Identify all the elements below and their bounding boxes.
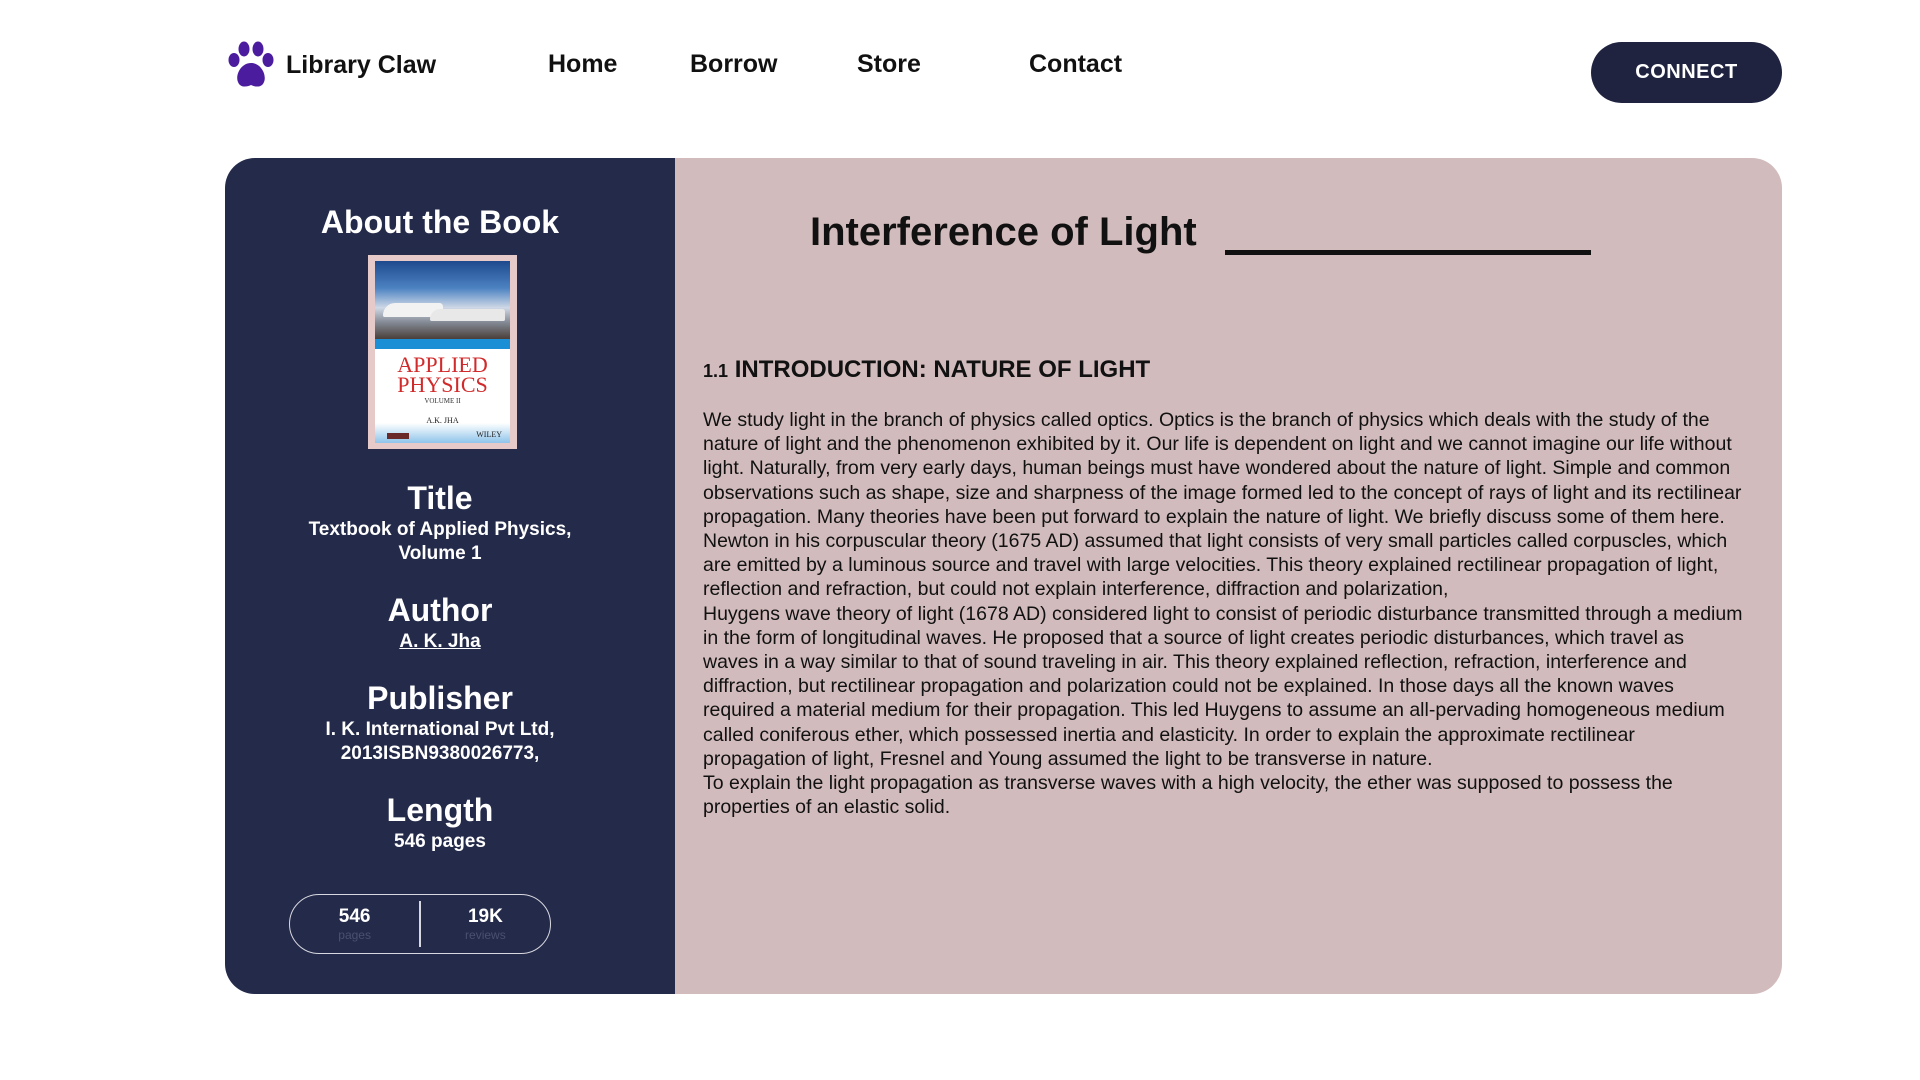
- book-details-panel: About the Book APPLIED PHYSICS VOLUME II…: [225, 158, 675, 994]
- book-stats: 546 pages 19K reviews: [289, 894, 551, 954]
- nav-contact[interactable]: Contact: [1029, 50, 1122, 79]
- stat-pages-caption: pages: [338, 928, 371, 942]
- paragraph: We study light in the branch of physics …: [703, 409, 1742, 528]
- paragraph: Newton in his corpuscular theory (1675 A…: [703, 530, 1728, 601]
- title-label: Title: [407, 480, 473, 516]
- section-title: INTRODUCTION: NATURE OF LIGHT: [734, 356, 1151, 383]
- stat-pages: 546 pages: [290, 895, 419, 953]
- nav-borrow[interactable]: Borrow: [690, 50, 778, 79]
- connect-button[interactable]: CONNECT: [1591, 42, 1782, 103]
- cover-band: [375, 339, 510, 349]
- stat-reviews-value: 19K: [467, 906, 503, 927]
- publisher-line-2: 2013ISBN9380026773,: [340, 743, 540, 764]
- cover-train: [430, 309, 505, 321]
- author-label: Author: [387, 592, 493, 628]
- title-value: Textbook of Applied Physics, Volume 1: [308, 519, 572, 564]
- cover-photo: [375, 261, 510, 339]
- paragraph: Huygens wave theory of light (1678 AD) c…: [703, 602, 1743, 770]
- site-header: Library Claw Home Borrow Store Contact C…: [0, 0, 1920, 130]
- stat-reviews-caption: reviews: [465, 928, 506, 942]
- publisher-line-1: I. K. International Pvt Ltd,: [325, 719, 555, 740]
- cover-publisher-mark: WILEY: [476, 430, 502, 439]
- brand[interactable]: Library Claw: [224, 38, 436, 92]
- chapter-title: Interference of Light: [810, 210, 1197, 254]
- stat-reviews[interactable]: 19K reviews: [421, 895, 550, 953]
- length-value: 546 pages: [394, 831, 486, 852]
- stat-pages-value: 546: [338, 906, 371, 927]
- title-underline: [1225, 250, 1591, 255]
- length-label: Length: [386, 792, 494, 828]
- brand-name: Library Claw: [286, 50, 437, 79]
- cover-title: APPLIED PHYSICS: [397, 352, 488, 397]
- about-heading: About the Book: [320, 204, 560, 240]
- author-link[interactable]: A. K. Jha: [225, 630, 655, 654]
- paw-icon: [228, 41, 274, 87]
- nav-home[interactable]: Home: [548, 50, 617, 79]
- cover-volume: VOLUME II: [424, 397, 461, 405]
- publisher-logo: [387, 433, 409, 439]
- book-card: About the Book APPLIED PHYSICS VOLUME II…: [225, 158, 1782, 994]
- paragraph: To explain the light propagation as tran…: [703, 772, 1673, 819]
- section-number: 1.1: [703, 361, 729, 381]
- book-content-panel: Interference of Light 1.1 INTRODUCTION: …: [675, 158, 1782, 994]
- section-heading: 1.1 INTRODUCTION: NATURE OF LIGHT: [703, 356, 1150, 384]
- article-body: We study light in the branch of physics …: [703, 408, 1743, 819]
- book-cover-image: APPLIED PHYSICS VOLUME II A.K. JHA WILEY: [375, 261, 510, 443]
- nav-store[interactable]: Store: [857, 50, 921, 79]
- publisher-label: Publisher: [367, 680, 513, 716]
- book-cover[interactable]: APPLIED PHYSICS VOLUME II A.K. JHA WILEY: [368, 255, 517, 449]
